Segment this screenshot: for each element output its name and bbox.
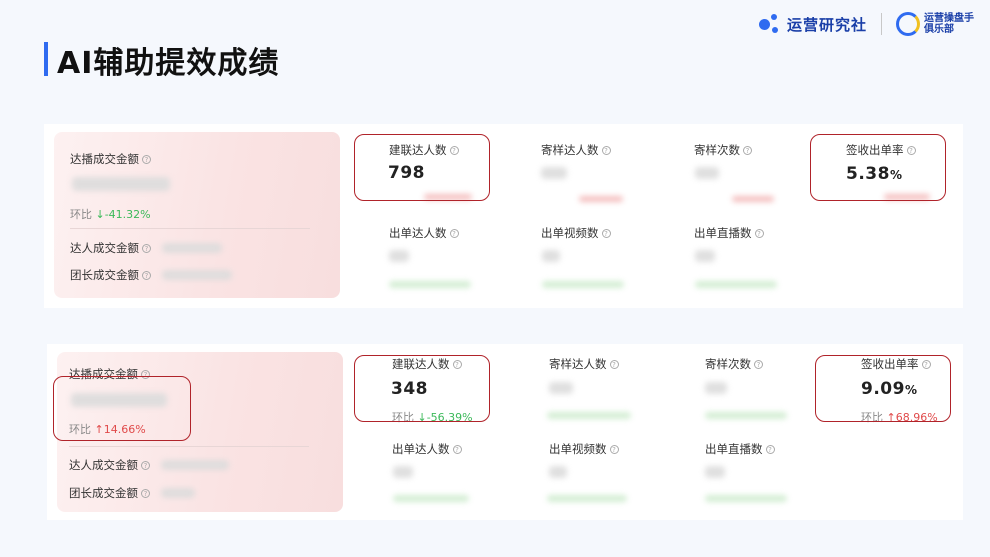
yunying-logo: 运营研究社 bbox=[758, 14, 867, 35]
sample-talents-label: 寄样达人数? bbox=[549, 356, 619, 372]
help-icon[interactable]: ? bbox=[601, 229, 611, 238]
leader-gmv-blurred bbox=[162, 270, 232, 280]
order-videos-label: 出单视频数? bbox=[541, 225, 611, 241]
leader-gmv-label: 团长成交金额? bbox=[70, 267, 151, 283]
brand-logos: 运营研究社 运营操盘手俱乐部 bbox=[758, 12, 976, 36]
club-logo: 运营操盘手俱乐部 bbox=[896, 12, 976, 36]
order-lives-change-blurred bbox=[695, 281, 777, 288]
order-videos-change-blurred bbox=[542, 281, 624, 288]
help-icon[interactable]: ? bbox=[141, 461, 150, 470]
highlight-box bbox=[354, 355, 490, 422]
order-talents-change-blurred bbox=[389, 281, 471, 288]
leader-gmv-blurred bbox=[161, 488, 195, 498]
sample-talents-label: 寄样达人数? bbox=[541, 142, 611, 158]
logo-secondary-text: 运营操盘手俱乐部 bbox=[924, 13, 974, 35]
order-lives-blurred bbox=[695, 250, 715, 262]
help-icon[interactable]: ? bbox=[142, 155, 151, 164]
molecule-icon bbox=[758, 14, 781, 34]
highlight-box bbox=[53, 376, 191, 441]
order-lives-label: 出单直播数? bbox=[694, 225, 764, 241]
help-icon[interactable]: ? bbox=[142, 271, 151, 280]
help-icon[interactable]: ? bbox=[142, 244, 151, 253]
order-videos-change-blurred bbox=[547, 495, 627, 502]
sample-talents-blurred bbox=[549, 382, 573, 394]
help-icon[interactable]: ? bbox=[609, 445, 619, 454]
highlight-box bbox=[815, 355, 951, 422]
order-talents-label: 出单达人数? bbox=[389, 225, 459, 241]
help-icon[interactable]: ? bbox=[754, 229, 764, 238]
order-talents-label: 出单达人数? bbox=[392, 441, 462, 457]
stats-panel-1: 达播成交金额? 环比 ↓-41.32% 达人成交金额? 团长成交金额? 建联达人… bbox=[44, 124, 963, 308]
order-talents-blurred bbox=[393, 466, 413, 478]
help-icon[interactable]: ? bbox=[601, 146, 611, 155]
order-talents-change-blurred bbox=[393, 495, 469, 502]
talent-gmv-label: 达人成交金额? bbox=[70, 240, 151, 256]
gmv-value-blurred bbox=[72, 177, 170, 191]
divider bbox=[69, 446, 309, 447]
order-lives-change-blurred bbox=[705, 495, 787, 502]
sample-talents-change-blurred bbox=[547, 412, 631, 419]
talent-gmv-blurred bbox=[162, 243, 222, 253]
highlight-box bbox=[354, 134, 490, 201]
sample-times-label: 寄样次数? bbox=[694, 142, 752, 158]
order-lives-blurred bbox=[705, 466, 725, 478]
sample-talents-change-blurred bbox=[579, 196, 623, 202]
sample-times-blurred bbox=[705, 382, 727, 394]
stats-panel-2: 达播成交金额? 环比 ↑14.66% 达人成交金额? 团长成交金额? 建联达人数… bbox=[47, 344, 963, 520]
highlight-box bbox=[810, 134, 946, 201]
help-icon[interactable]: ? bbox=[754, 360, 763, 369]
talent-gmv-blurred bbox=[161, 460, 229, 470]
sample-times-label: 寄样次数? bbox=[705, 356, 763, 372]
title-accent-bar bbox=[44, 42, 48, 76]
order-videos-blurred bbox=[542, 250, 560, 262]
talent-gmv-label: 达人成交金额? bbox=[69, 457, 150, 473]
order-videos-blurred bbox=[549, 466, 567, 478]
help-icon[interactable]: ? bbox=[452, 445, 462, 454]
gmv-label: 达播成交金额? bbox=[70, 151, 151, 167]
logo-primary-text: 运营研究社 bbox=[786, 15, 867, 34]
divider bbox=[70, 228, 310, 229]
ring-icon bbox=[896, 12, 920, 36]
help-icon[interactable]: ? bbox=[743, 146, 752, 155]
order-lives-label: 出单直播数? bbox=[705, 441, 775, 457]
gmv-card: 达播成交金额? 环比 ↓-41.32% 达人成交金额? 团长成交金额? bbox=[54, 132, 340, 298]
page-title: AI辅助提效成绩 bbox=[57, 46, 280, 81]
sample-times-change-blurred bbox=[732, 196, 774, 202]
logo-divider bbox=[881, 13, 882, 35]
sample-talents-blurred bbox=[541, 167, 567, 179]
help-icon[interactable]: ? bbox=[449, 229, 459, 238]
help-icon[interactable]: ? bbox=[609, 360, 619, 369]
help-icon[interactable]: ? bbox=[765, 445, 775, 454]
leader-gmv-label: 团长成交金额? bbox=[69, 485, 150, 501]
help-icon[interactable]: ? bbox=[141, 489, 150, 498]
sample-times-change-blurred bbox=[705, 412, 787, 419]
order-videos-label: 出单视频数? bbox=[549, 441, 619, 457]
gmv-change: 环比 ↓-41.32% bbox=[70, 208, 151, 221]
sample-times-blurred bbox=[695, 167, 719, 179]
order-talents-blurred bbox=[389, 250, 409, 262]
